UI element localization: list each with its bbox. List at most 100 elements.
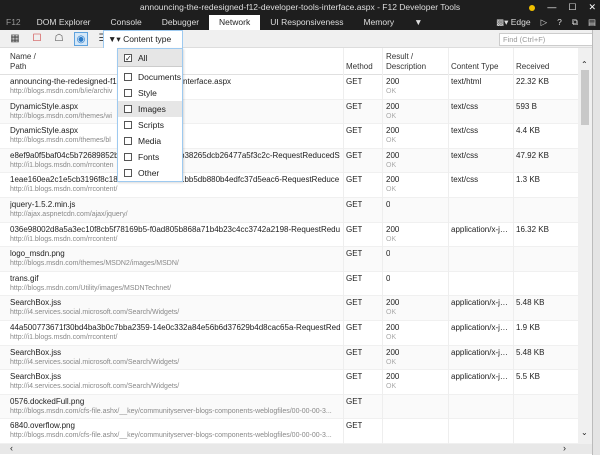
table-row[interactable]: 0576.dockedFull.png http://blogs.msdn.com… — [0, 394, 578, 420]
name-text: 6840.overflow.png — [10, 421, 75, 431]
request-method: GET — [346, 77, 363, 86]
table-row[interactable]: 036e98002d8a5a3ec10f8cb5f78169b5-f0ad805… — [0, 223, 578, 248]
filter-option-media[interactable]: Media — [118, 133, 182, 149]
request-name: SearchBox.jss — [10, 372, 340, 382]
name-text: 44a500773671f30bd4ba3b0c7bba2359-14e0c33… — [10, 322, 340, 332]
scroll-thumb[interactable] — [581, 70, 589, 125]
undock-icon[interactable]: ⧉ — [572, 15, 578, 30]
checkbox-icon[interactable] — [124, 137, 132, 145]
checkbox-icon[interactable] — [124, 169, 132, 177]
filter-option-scripts[interactable]: Scripts — [118, 117, 182, 133]
find-input[interactable]: Find (Ctrl+F) — [499, 33, 593, 46]
request-result: 200 — [386, 372, 400, 382]
table-row[interactable]: DynamicStyle.aspx http://blogs.msdn.com/t… — [0, 99, 578, 125]
notification-dot-icon — [529, 5, 536, 11]
table-row[interactable]: e8ef9a0f5baf04c5b72689852be b38265dcb2647… — [0, 148, 578, 174]
minimize-button[interactable]: — — [547, 0, 556, 15]
request-description: OK — [386, 235, 397, 243]
request-name: logo_msdn.png — [10, 249, 340, 259]
console-toggle-icon[interactable]: ▷ — [541, 15, 548, 30]
filter-option-documents[interactable]: Documents — [118, 69, 182, 85]
request-description: OK — [386, 358, 397, 366]
vertical-scrollbar[interactable]: ⌃ ⌄ — [578, 48, 592, 444]
content-type-filter-button[interactable]: ▼▾ Content type — [103, 30, 183, 48]
help-button[interactable]: ? — [557, 15, 562, 30]
filter-option-fonts[interactable]: Fonts — [118, 149, 182, 165]
table-row[interactable]: 1eae160ea2c1e5cb3196f8c1847 1bb5db880b4ed… — [0, 173, 578, 198]
tab-memory[interactable]: Memory — [353, 15, 404, 30]
scroll-up-icon[interactable]: ⌃ — [581, 60, 588, 69]
column-result[interactable]: Result / Description — [386, 52, 426, 72]
filter-option-all[interactable]: ✓ All — [118, 49, 182, 67]
clear-cache-icon[interactable]: ☖ — [52, 32, 66, 46]
tab-network[interactable]: Network — [209, 15, 261, 30]
scroll-down-icon[interactable]: ⌄ — [581, 428, 588, 437]
always-refresh-icon[interactable]: ◉ — [74, 32, 88, 46]
clear-entries-icon[interactable]: ☐ — [30, 32, 44, 46]
request-content-type: application/x-ja... — [451, 298, 511, 308]
filter-option-style-sheets[interactable]: Style sheets — [118, 85, 182, 114]
emulation-dropdown[interactable]: ▩▾ Edge — [496, 15, 531, 30]
column-received[interactable]: Received — [516, 62, 549, 72]
request-path: http://i1.blogs.msdn.com/rrcontent/ — [10, 235, 118, 243]
checkbox-icon[interactable] — [124, 89, 132, 97]
start-profiling-icon[interactable]: ▦ — [8, 32, 22, 46]
checkbox-icon[interactable] — [124, 73, 132, 81]
request-received: 5.48 KB — [516, 298, 545, 308]
request-path: http://i1.blogs.msdn.com/rrcontent/ — [10, 186, 118, 194]
dock-icon[interactable]: ▤ — [588, 15, 596, 30]
checkbox-icon[interactable] — [124, 105, 132, 113]
filter-option-images[interactable]: Images — [118, 101, 182, 117]
filter-option-label: All — [138, 53, 148, 63]
request-name: 036e98002d8a5a3ec10f8cb5f78169b5-f0ad805… — [10, 225, 340, 235]
checkbox-icon[interactable] — [124, 121, 132, 129]
filter-option-other[interactable]: Other — [118, 165, 182, 181]
request-description: OK — [386, 383, 397, 391]
request-name: 44a500773671f30bd4ba3b0c7bba2359-14e0c33… — [10, 323, 340, 333]
title-bar: announcing-the-redesigned-f12-developer-… — [0, 0, 600, 15]
table-row[interactable]: 44a500773671f30bd4ba3b0c7bba2359-14e0c33… — [0, 321, 578, 346]
name-tail: b38265dcb26477a5f3c2c-RequestReducedSt..… — [180, 150, 340, 160]
table-row[interactable]: SearchBox.jss http://i4.services.social.m… — [0, 296, 578, 321]
filter-option-label: Scripts — [138, 120, 164, 130]
checkbox-icon[interactable]: ✓ — [124, 54, 132, 63]
table-row[interactable]: announcing-the-redesigned-f12-developer-… — [0, 75, 578, 100]
request-result: 0 — [386, 273, 391, 283]
table-row[interactable]: SearchBox.jss http://i4.services.social.m… — [0, 345, 578, 371]
request-method: GET — [346, 150, 363, 160]
more-tabs-icon[interactable]: ▼ — [404, 15, 432, 30]
tab-dom-explorer[interactable]: DOM Explorer — [27, 15, 101, 30]
table-row[interactable]: jquery-1.5.2.min.js http://ajax.aspnetcdn… — [0, 197, 578, 223]
filter-option-label: Other — [138, 168, 160, 178]
maximize-button[interactable]: ☐ — [568, 0, 576, 15]
table-row[interactable]: logo_msdn.png http://blogs.msdn.com/theme… — [0, 247, 578, 272]
close-button[interactable]: ✕ — [588, 0, 596, 15]
scroll-right-icon[interactable]: › — [563, 443, 566, 453]
tab-f12[interactable]: F12 — [0, 15, 27, 30]
request-description: OK — [386, 112, 397, 120]
tab-debugger[interactable]: Debugger — [152, 15, 209, 30]
table-row[interactable]: trans.gif http://blogs.msdn.com/Utility/i… — [0, 272, 578, 297]
table-row[interactable]: SearchBox.jss http://i4.services.social.m… — [0, 370, 578, 395]
column-method[interactable]: Method — [346, 62, 373, 72]
tool-tabs: F12 DOM Explorer Console Debugger Network UI … — [0, 15, 600, 30]
name-text: 0576.dockedFull.png — [10, 396, 85, 406]
table-row[interactable]: DynamicStyle.aspx http://blogs.msdn.com/t… — [0, 124, 578, 149]
request-result: 200 — [386, 150, 400, 160]
scroll-left-icon[interactable]: ‹ — [10, 443, 13, 453]
column-name[interactable]: Name / Path — [10, 52, 36, 72]
checkbox-icon[interactable] — [124, 153, 132, 161]
table-row[interactable]: 6840.overflow.png http://blogs.msdn.com/c… — [0, 419, 578, 444]
tab-ui-responsiveness[interactable]: UI Responsiveness — [260, 15, 353, 30]
request-description: OK — [386, 333, 397, 341]
column-divider — [382, 48, 383, 444]
request-content-type: text/css — [451, 175, 479, 185]
tab-console[interactable]: Console — [101, 15, 152, 30]
name-tail: 1bb5db880b4edfc37d5eac6-RequestReduce... — [180, 175, 340, 185]
name-text: jquery-1.5.2.min.js — [10, 199, 76, 209]
horizontal-scrollbar[interactable]: ‹ › — [0, 443, 592, 454]
request-method: GET — [346, 347, 363, 357]
name-text: DynamicStyle.aspx — [10, 126, 79, 136]
column-content-type[interactable]: Content Type — [451, 62, 498, 72]
content-type-label: Content type — [123, 34, 172, 44]
